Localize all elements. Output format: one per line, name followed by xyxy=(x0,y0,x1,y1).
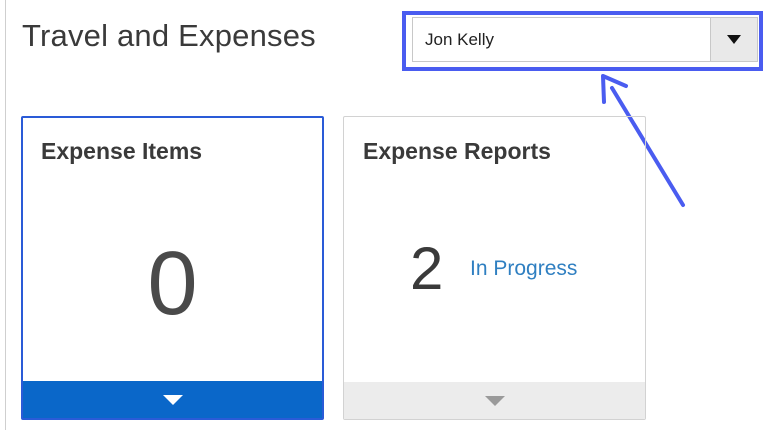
expense-items-count: 0 xyxy=(147,234,198,334)
tile-title: Expense Items xyxy=(41,138,203,164)
expense-reports-count: 2 xyxy=(410,235,444,302)
tile-title: Expense Reports xyxy=(363,138,551,164)
caret-down-icon xyxy=(162,394,183,405)
expense-reports-expand-button[interactable] xyxy=(344,382,645,419)
in-progress-link[interactable]: In Progress xyxy=(470,257,577,281)
caret-down-icon xyxy=(484,395,505,406)
expense-reports-tile[interactable]: Expense Reports 2 In Progress xyxy=(343,116,646,420)
expense-items-tile[interactable]: Expense Items 0 xyxy=(21,116,324,420)
expense-items-expand-button[interactable] xyxy=(23,381,322,418)
